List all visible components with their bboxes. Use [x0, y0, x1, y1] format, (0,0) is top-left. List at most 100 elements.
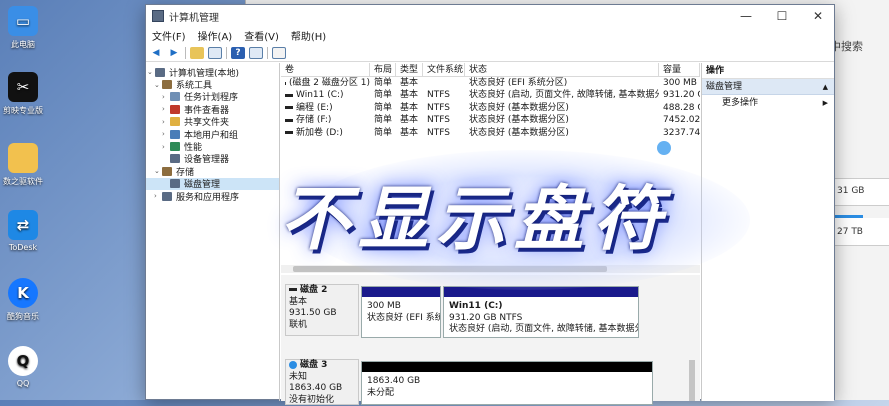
partition-status: 状态良好 (EFI 系统分: [367, 313, 440, 325]
tree-item-performance[interactable]: › 性能: [146, 140, 279, 152]
table-row[interactable]: 新加卷 (D:) 简单 基本 NTFS 状态良好 (基本数据分区) 3237.7…: [281, 127, 700, 139]
drive-size-text: 27 TB: [837, 227, 863, 237]
tree-item-computer-management[interactable]: ⌄ 计算机管理(本地): [146, 66, 279, 78]
toolbox-icon: [162, 80, 172, 89]
table-row[interactable]: 编程 (E:) 简单 基本 NTFS 状态良好 (基本数据分区) 488.28 …: [281, 102, 700, 114]
chevron-right-icon[interactable]: ›: [162, 105, 170, 113]
disk-size: 1863.40 GB: [289, 383, 358, 395]
desktop-icon-label: 剪映专业版: [0, 105, 46, 116]
navigation-tree: ⌄ 计算机管理(本地) ⌄ 系统工具 › 任务计划程序 › 事件查看器 › 共享…: [146, 63, 280, 401]
menu-help[interactable]: 帮助(H): [291, 28, 326, 43]
desktop-icon-qq[interactable]: Q QQ: [0, 346, 46, 388]
collapse-triangle-icon: ▲: [823, 79, 828, 95]
monitor-icon: ▭: [8, 6, 38, 36]
minimize-button[interactable]: —: [728, 5, 764, 27]
unknown-disk-icon: [289, 361, 297, 369]
up-folder-icon[interactable]: [190, 47, 204, 59]
volume-filesystem: [423, 77, 465, 89]
partition-cap: [362, 362, 652, 372]
table-row[interactable]: (磁盘 2 磁盘分区 1) 简单 基本 状态良好 (EFI 系统分区) 300 …: [281, 77, 700, 89]
partition-status: 未分配: [367, 388, 652, 400]
disk-2-label[interactable]: 磁盘 2 基本 931.50 GB 联机: [285, 284, 359, 336]
window-title: 计算机管理: [169, 9, 219, 24]
forward-arrow-icon[interactable]: ▶: [167, 47, 181, 59]
desktop-icon-label: 此电脑: [0, 39, 46, 50]
desktop-icon-todesk[interactable]: ⇄ ToDesk: [0, 210, 46, 252]
chevron-right-icon[interactable]: ›: [162, 93, 170, 101]
tree-item-disk-management[interactable]: 磁盘管理: [146, 178, 279, 190]
column-header-volume[interactable]: 卷: [281, 63, 370, 76]
column-header-status[interactable]: 状态: [465, 63, 659, 76]
tree-item-device-manager[interactable]: 设备管理器: [146, 153, 279, 165]
tree-item-local-users-groups[interactable]: › 本地用户和组: [146, 128, 279, 140]
partition-efi[interactable]: 300 MB 状态良好 (EFI 系统分: [361, 286, 441, 338]
desktop-icon-label: 数之驱软件: [0, 176, 46, 187]
close-button[interactable]: ✕: [800, 5, 836, 27]
volume-capacity: 300 MB: [659, 77, 700, 89]
partition-title: Win11 (C:): [449, 301, 638, 313]
partition-size: 1863.40 GB: [367, 376, 652, 388]
desktop-icon-label: QQ: [0, 379, 46, 388]
show-hide-tree-icon[interactable]: [208, 47, 222, 59]
volume-layout: 简单: [370, 89, 396, 101]
actions-section-disk-management[interactable]: 磁盘管理 ▲: [702, 79, 834, 95]
tree-item-services-applications[interactable]: › 服务和应用程序: [146, 190, 279, 202]
kugou-icon: K: [8, 278, 38, 308]
desktop-icon-kugou[interactable]: K 酷狗音乐: [0, 278, 46, 322]
partition-size: 931.20 GB NTFS: [449, 313, 638, 325]
menu-action[interactable]: 操作(A): [198, 28, 233, 43]
chevron-right-icon[interactable]: ›: [162, 118, 170, 126]
chevron-right-icon[interactable]: ›: [154, 192, 162, 200]
chevron-right-icon: ▶: [823, 95, 828, 111]
more-actions-item[interactable]: 更多操作 ▶: [702, 95, 834, 111]
volume-icon: [285, 119, 293, 122]
desktop-icon-capcut[interactable]: ✂ 剪映专业版: [0, 72, 46, 116]
tree-item-label: 系统工具: [176, 78, 212, 91]
chevron-right-icon[interactable]: ›: [162, 143, 170, 151]
chevron-down-icon[interactable]: ⌄: [147, 68, 155, 76]
tree-item-event-viewer[interactable]: › 事件查看器: [146, 103, 279, 115]
performance-icon: [170, 142, 180, 151]
menu-view[interactable]: 查看(V): [244, 28, 279, 43]
menu-file[interactable]: 文件(F): [152, 28, 186, 43]
background-drive-row: 27 TB: [833, 218, 889, 246]
column-header-filesystem[interactable]: 文件系统: [423, 63, 465, 76]
toolbar-separator: [267, 47, 268, 59]
disk-name: 磁盘 2: [300, 285, 327, 295]
desktop-icon-folder[interactable]: 数之驱软件: [0, 143, 46, 187]
properties-icon[interactable]: [249, 47, 263, 59]
volume-type: 基本: [396, 114, 423, 126]
volume-layout: 简单: [370, 102, 396, 114]
partition-win11-c[interactable]: Win11 (C:) 931.20 GB NTFS 状态良好 (启动, 页面文件…: [443, 286, 639, 338]
column-header-type[interactable]: 类型: [396, 63, 423, 76]
volume-filesystem: NTFS: [423, 127, 465, 139]
volume-capacity: 931.20 G: [659, 89, 700, 101]
table-row[interactable]: 存储 (F:) 简单 基本 NTFS 状态良好 (基本数据分区) 7452.02: [281, 114, 700, 126]
partition-unallocated[interactable]: 1863.40 GB 未分配: [361, 361, 653, 405]
folder-icon: [8, 143, 38, 173]
help-icon[interactable]: ?: [231, 47, 245, 59]
vertical-scrollbar-thumb[interactable]: [689, 360, 695, 401]
export-list-icon[interactable]: [272, 47, 286, 59]
disk-3-label[interactable]: 磁盘 3 未知 1863.40 GB 没有初始化: [285, 359, 359, 405]
chevron-down-icon[interactable]: ⌄: [154, 81, 162, 89]
disk-name: 磁盘 3: [300, 360, 327, 370]
tree-item-shared-folders[interactable]: › 共享文件夹: [146, 116, 279, 128]
maximize-button[interactable]: ☐: [764, 5, 800, 27]
disk-icon: [289, 288, 297, 291]
tree-item-system-tools[interactable]: ⌄ 系统工具: [146, 78, 279, 90]
column-header-layout[interactable]: 布局: [370, 63, 396, 76]
volume-layout: 简单: [370, 114, 396, 126]
table-row[interactable]: Win11 (C:) 简单 基本 NTFS 状态良好 (启动, 页面文件, 故障…: [281, 89, 700, 101]
chevron-right-icon[interactable]: ›: [162, 130, 170, 138]
volume-status: 状态良好 (启动, 页面文件, 故障转储, 基本数据分区): [465, 89, 659, 101]
tree-item-storage[interactable]: ⌄ 存储: [146, 165, 279, 177]
volume-capacity: 3237.74: [659, 127, 700, 139]
cursor-dot: [657, 141, 671, 155]
back-arrow-icon[interactable]: ◀: [149, 47, 163, 59]
tree-item-task-scheduler[interactable]: › 任务计划程序: [146, 91, 279, 103]
users-icon: [170, 130, 180, 139]
desktop-icon-this-pc[interactable]: ▭ 此电脑: [0, 6, 46, 50]
chevron-down-icon[interactable]: ⌄: [154, 167, 162, 175]
column-header-capacity[interactable]: 容量: [659, 63, 700, 76]
